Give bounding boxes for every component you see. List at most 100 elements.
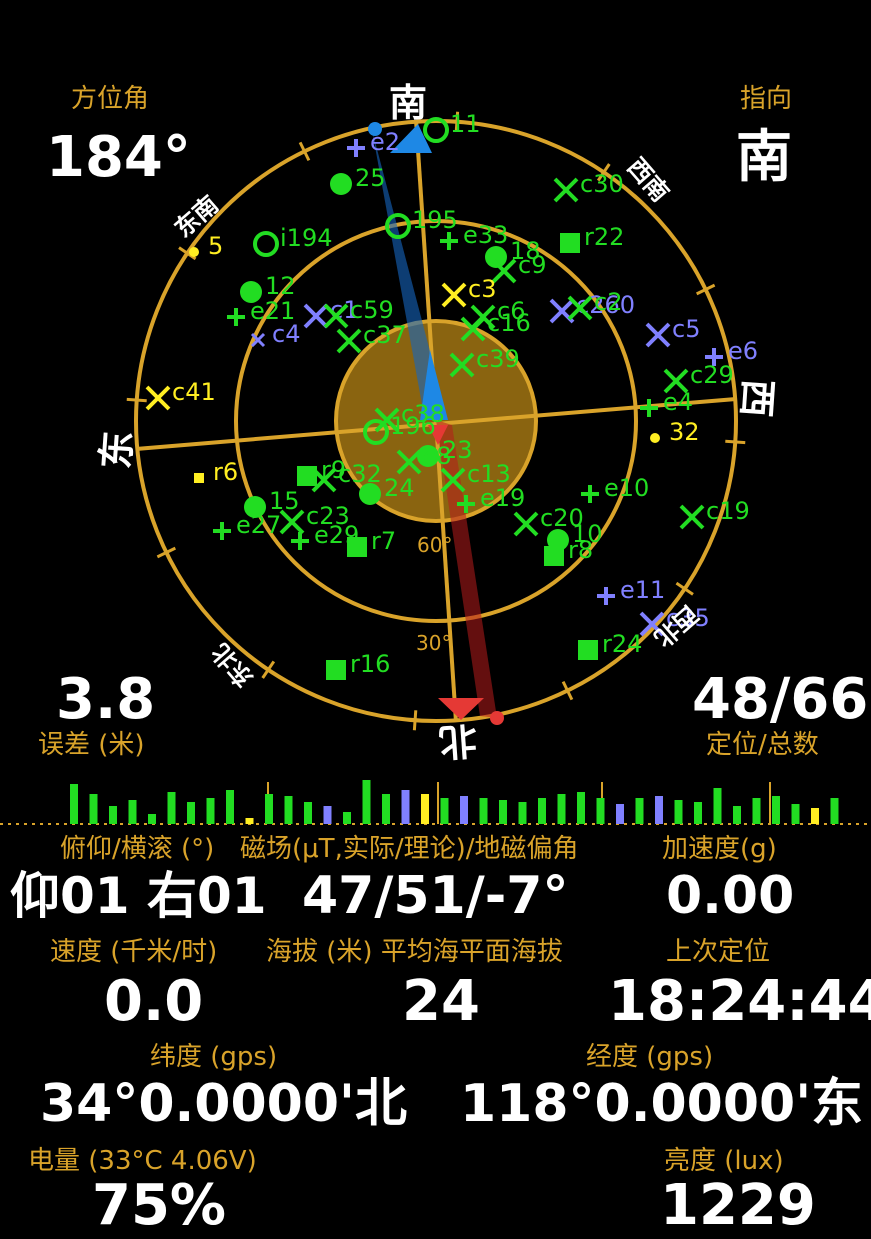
- speed-label: 速度 (千米/时): [50, 937, 218, 967]
- satellite-label: r24: [602, 630, 642, 658]
- satellite-c41: c41: [145, 378, 216, 411]
- signal-bar: [616, 804, 624, 824]
- satellite-label: c19: [706, 497, 750, 525]
- diag-label-bl: 东北: [206, 638, 259, 693]
- magnetic-label: 磁场(μT,实际/理论)/地磁偏角: [240, 834, 579, 864]
- satellite-label: c39: [476, 345, 520, 373]
- signal-bar: [343, 812, 351, 824]
- signal-bar: [284, 796, 293, 824]
- signal-bar: [245, 818, 254, 824]
- signal-bar: [382, 794, 390, 824]
- satellite-r16: r16: [326, 650, 390, 680]
- satellite-label: 32: [669, 418, 700, 446]
- ring-label-30: 30°: [416, 631, 451, 655]
- tick-mark: [261, 660, 276, 679]
- tick-mark: [412, 710, 418, 731]
- signal-bar: [109, 806, 117, 824]
- satellite-label: e19: [480, 484, 525, 512]
- pitch-roll-value: 仰01 右01: [10, 867, 267, 925]
- fix-count-value: 48/66: [692, 667, 869, 732]
- satellite-32: 32: [650, 418, 700, 446]
- satellite-c19: c19: [679, 497, 750, 530]
- sky-plot: e21125c30195i194e3318r225c9c312e21c1c59c…: [94, 81, 781, 765]
- longitude-value: 118°0.0000'东: [460, 1074, 864, 1134]
- satellite-r22: r22: [560, 223, 624, 253]
- signal-bar: [362, 780, 371, 824]
- magnetic-value: 47/51/-7°: [302, 866, 569, 926]
- signal-bar: [479, 798, 488, 824]
- altitude-label: 海拔 (米) 平均海平面海拔: [266, 937, 563, 967]
- signal-bar: [518, 802, 527, 824]
- satellite-i194: i194: [253, 224, 332, 257]
- battery-label: 电量 (33°C 4.06V): [28, 1146, 257, 1176]
- last-fix-label: 上次定位: [666, 937, 771, 967]
- signal-bar: [674, 800, 683, 824]
- satellite-r6: r6: [194, 458, 238, 486]
- signal-bar: [713, 788, 722, 824]
- satellite-label: 195: [412, 206, 458, 234]
- dir-label-bottom: 北: [438, 718, 479, 765]
- satellite-r24: r24: [578, 630, 642, 660]
- signal-bar: [70, 784, 78, 824]
- signal-bar: [830, 798, 839, 824]
- signal-bar: [460, 796, 468, 824]
- signal-bar: [323, 806, 332, 824]
- satellite-label: 24: [384, 474, 415, 502]
- satellite-label: c2: [594, 288, 622, 316]
- satellite-label: i194: [280, 224, 332, 252]
- battery-value: 75%: [92, 1173, 227, 1238]
- brightness-value: 1229: [660, 1173, 816, 1238]
- signal-bar: [265, 794, 273, 824]
- accuracy-label: 误差 (米): [38, 730, 145, 760]
- azimuth-label: 方位角: [70, 84, 149, 114]
- satellite-label: 12: [265, 272, 296, 300]
- satellite-label: e27: [236, 511, 281, 539]
- tick-mark: [126, 397, 147, 403]
- signal-bar: [128, 800, 137, 824]
- satellite-label: c29: [690, 361, 734, 389]
- signal-bar: [226, 790, 234, 824]
- signal-bar: [577, 792, 585, 824]
- satellite-label: e10: [604, 474, 649, 502]
- satellite-25: 25: [330, 164, 386, 195]
- satellite-c5: c5: [645, 315, 700, 348]
- signal-bar: [421, 794, 429, 824]
- signal-bar: [752, 798, 761, 824]
- signal-bar: [772, 796, 780, 824]
- heading-value: 南: [736, 125, 792, 190]
- latitude-value: 34°0.0000'北: [40, 1074, 407, 1134]
- signal-bar: [206, 798, 215, 824]
- accuracy-value: 3.8: [56, 667, 156, 732]
- signal-strength-bars: [0, 780, 871, 825]
- satellite-label: 11: [450, 110, 481, 138]
- satellite-c3: c3: [441, 275, 496, 308]
- satellite-label: e11: [620, 576, 665, 604]
- tick-mark: [725, 439, 746, 445]
- satellite-label: 196: [390, 412, 436, 440]
- satellite-label: c41: [172, 378, 216, 406]
- signal-bar: [304, 802, 312, 824]
- signal-bar: [401, 790, 410, 824]
- satellite-label: e2: [370, 128, 400, 156]
- satellite-label: e33: [463, 221, 508, 249]
- satellite-label: 5: [208, 232, 223, 260]
- altitude-value: 24: [402, 969, 480, 1034]
- satellite-label: c30: [580, 170, 624, 198]
- satellite-label: r7: [371, 527, 396, 555]
- satellite-label: c59: [350, 296, 394, 324]
- dir-label-top: 南: [389, 81, 427, 125]
- satellite-label: r16: [350, 650, 390, 678]
- last-fix-value: 18:24:44: [608, 969, 871, 1034]
- signal-bar: [655, 796, 663, 824]
- satellite-c30: c30: [553, 170, 624, 203]
- signal-bar: [811, 808, 819, 824]
- acceleration-value: 0.00: [666, 866, 795, 926]
- satellite-label: c9: [518, 251, 546, 279]
- heading-label: 指向: [739, 84, 792, 114]
- satellite-label: 25: [355, 164, 386, 192]
- signal-bar: [89, 794, 98, 824]
- acceleration-label: 加速度(g): [662, 834, 777, 864]
- speed-value: 0.0: [104, 969, 204, 1034]
- signal-bar: [499, 800, 507, 824]
- azimuth-value: 184°: [46, 125, 191, 190]
